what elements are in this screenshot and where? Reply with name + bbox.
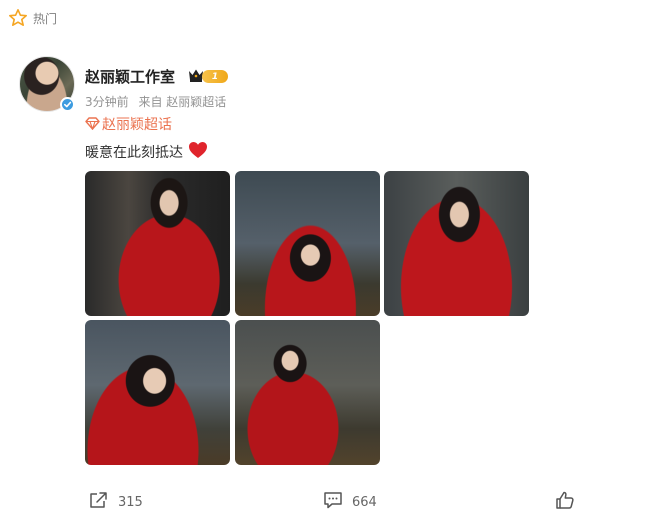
like-button[interactable] <box>555 490 584 514</box>
heart-emoji-icon <box>188 141 208 163</box>
post-source[interactable]: 来自 赵丽颖超话 <box>138 95 226 109</box>
repost-count: 315 <box>118 494 143 510</box>
post-meta: 3分钟前 来自 赵丽颖超话 <box>85 93 232 110</box>
vip-badge[interactable]: 1 <box>187 68 228 85</box>
star-outline-icon <box>8 8 28 28</box>
post-text-content: 暖意在此刻抵达 <box>85 145 183 161</box>
super-topic-link[interactable]: 赵丽颖超话 <box>85 115 172 133</box>
verified-check-icon <box>60 97 75 112</box>
vip-level-badge: 1 <box>202 70 228 83</box>
post-image-3[interactable] <box>384 171 529 316</box>
comment-count: 664 <box>352 494 377 510</box>
post-image-4[interactable] <box>85 320 230 465</box>
share-icon <box>89 491 109 513</box>
thumbs-up-icon <box>555 490 575 514</box>
post-text: 暖意在此刻抵达 <box>85 141 208 163</box>
post-image-1[interactable] <box>85 171 230 316</box>
hot-section-label: 热门 <box>33 11 58 26</box>
comment-icon <box>323 491 343 513</box>
hot-section-header: 热门 <box>8 7 57 29</box>
post-image-5[interactable] <box>235 320 380 465</box>
post-time[interactable]: 3分钟前 <box>85 95 129 109</box>
avatar[interactable] <box>19 56 75 112</box>
super-topic-label: 赵丽颖超话 <box>102 117 172 133</box>
post-image-2[interactable] <box>235 171 380 316</box>
diamond-icon <box>85 115 100 134</box>
repost-button[interactable]: 315 <box>89 492 143 512</box>
comment-button[interactable]: 664 <box>323 492 377 512</box>
user-name-link[interactable]: 赵丽颖工作室 <box>85 66 175 87</box>
